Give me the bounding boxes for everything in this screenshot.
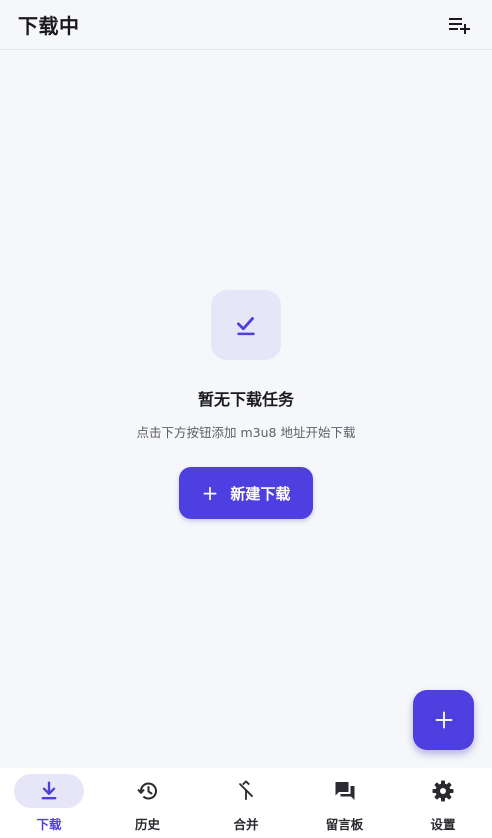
nav-label-message-board: 留言板 [325,817,364,832]
empty-title: 暂无下载任务 [197,390,294,409]
app-bar: 下载中 [0,0,492,50]
empty-subtitle: 点击下方按钮添加 m3u8 地址开始下载 [136,425,356,440]
empty-state: 暂无下载任务 点击下方按钮添加 m3u8 地址开始下载 + 新建下载 [0,290,492,519]
settings-icon [432,780,454,802]
nav-icon-indicator [14,774,84,808]
plus-icon [435,711,452,729]
history-icon [136,782,157,800]
nav-label-download: 下载 [36,817,62,832]
check-download-icon [237,317,255,336]
bottom-navigation: 下载 历史 合并 留言板 设置 [0,768,492,838]
fab-add-button[interactable] [413,690,474,750]
download-icon [41,781,57,800]
nav-label-merge: 合并 [233,817,259,832]
nav-item-message-board[interactable]: 留言板 [296,768,394,838]
playlist-add-icon [449,17,470,34]
empty-icon-container [211,290,281,360]
nav-item-merge[interactable]: 合并 [197,768,295,838]
nav-item-download[interactable]: 下载 [0,768,98,838]
nav-item-history[interactable]: 历史 [99,768,197,838]
new-download-label: 新建下载 [230,484,291,503]
forum-icon [335,782,354,800]
new-download-button[interactable]: + 新建下载 [179,467,313,519]
nav-label-settings: 设置 [430,817,456,832]
page-title: 下载中 [18,14,80,38]
merge-icon [239,780,253,801]
nav-item-settings[interactable]: 设置 [394,768,492,838]
playlist-add-button[interactable] [444,10,474,40]
nav-label-history: 历史 [134,817,160,832]
plus-icon: + [201,481,219,505]
